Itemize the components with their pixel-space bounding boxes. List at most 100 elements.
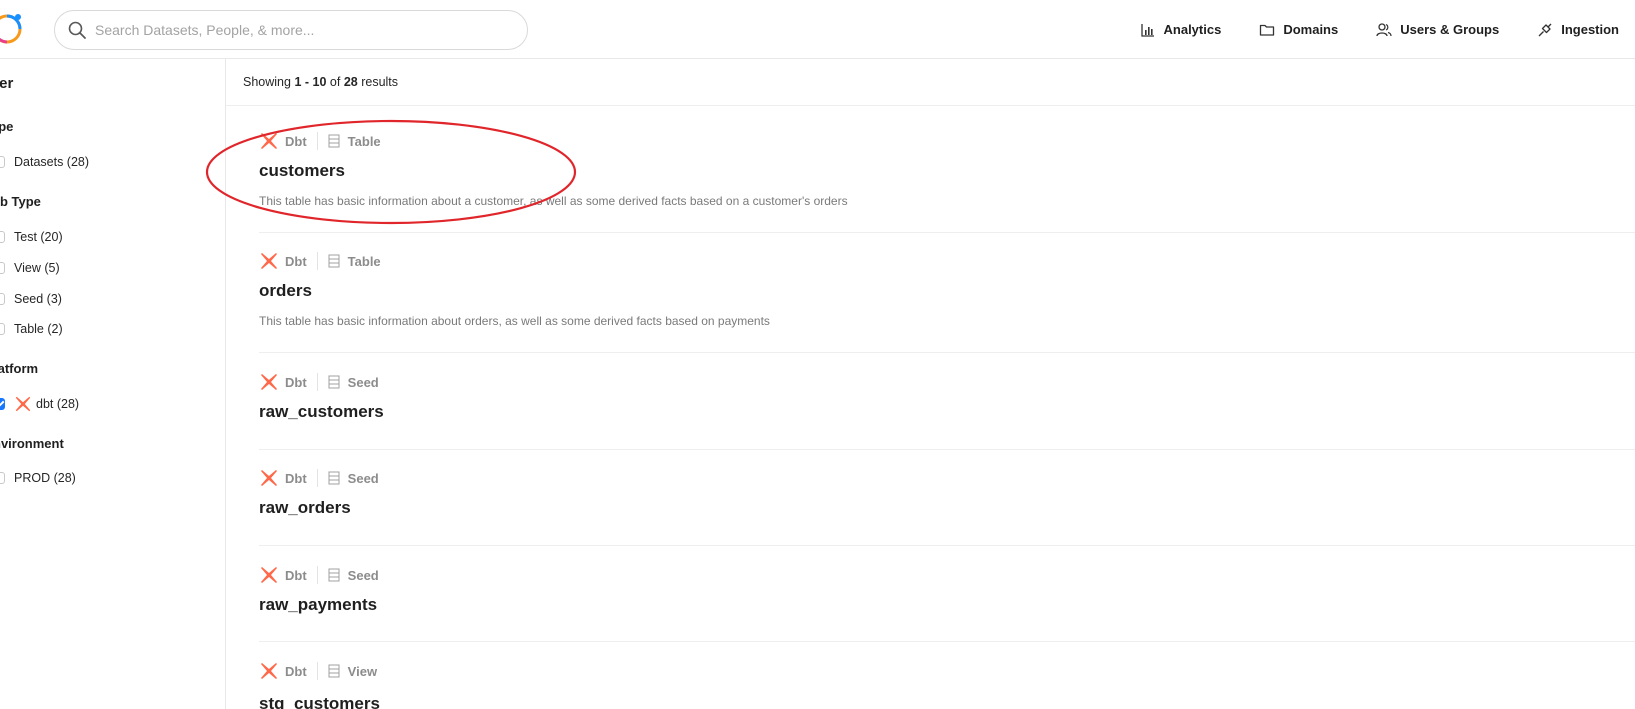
result-title[interactable]: orders [259,281,312,301]
divider [316,662,318,680]
result-meta: Dbt Table [259,131,381,151]
result-description: This table has basic information about a… [259,194,848,208]
filter-section-type[interactable]: ype [0,119,13,134]
dbt-logo-icon [261,470,277,486]
result-title[interactable]: raw_orders [259,498,351,518]
dbt-logo-icon [261,567,277,583]
nav-domains-label: Domains [1283,22,1339,37]
result-platform: Dbt [285,253,307,269]
divider [316,373,318,391]
filter-option-dbt[interactable]: dbt (28) [0,395,79,413]
result-subtype: View [347,663,378,679]
nav-analytics[interactable]: Analytics [1140,22,1222,38]
result-title[interactable]: customers [259,161,345,181]
dbt-logo-icon [261,253,277,269]
table-icon [328,254,340,268]
result-platform: Dbt [285,567,307,583]
filter-option-test[interactable]: Test (20) [0,230,63,244]
filter-section-environment[interactable]: nvironment [0,436,64,451]
summary-suffix: results [361,75,399,89]
table-icon [328,568,340,582]
filter-option-label: View (5) [14,261,60,275]
dbt-logo-icon [261,374,277,390]
table-icon [328,134,340,148]
nav-users-groups[interactable]: Users & Groups [1376,22,1499,38]
filter-section-sub-type[interactable]: ub Type [0,194,41,209]
result-platform: Dbt [285,374,307,390]
filter-title: lter [0,75,14,92]
result-subtype: Seed [347,470,379,486]
bar-chart-icon [1140,23,1154,37]
result-subtype: Seed [347,567,379,583]
nav-ingestion[interactable]: Ingestion [1537,22,1619,38]
result-meta: Dbt View [259,661,377,681]
checkbox[interactable] [0,262,5,274]
result-item[interactable]: Dbt Table customers This table has basic… [259,125,1635,233]
nav-users-groups-label: Users & Groups [1400,22,1500,37]
filter-option-label: Datasets (28) [14,155,90,169]
result-meta: Dbt Seed [259,565,379,585]
checkbox[interactable] [0,472,5,484]
divider [316,132,318,150]
result-title[interactable]: raw_payments [259,595,377,615]
search-results: Showing 1 - 10 of 28 results Dbt Table c… [226,59,1635,709]
checkbox-checked[interactable] [0,398,5,410]
result-platform: Dbt [285,663,307,679]
result-item[interactable]: Dbt Seed raw_payments [259,546,1635,642]
datahub-logo-icon[interactable] [0,9,26,47]
search-bar[interactable] [54,10,528,50]
filter-section-platform[interactable]: latform [0,361,38,376]
checkbox[interactable] [0,156,5,168]
result-meta: Dbt Seed [259,468,379,488]
summary-total: 28 [343,75,358,89]
nav-domains[interactable]: Domains [1259,22,1338,38]
summary-of: of [329,75,341,89]
top-header: Analytics Domains Users & Groups Inges [0,0,1635,59]
result-title[interactable]: raw_customers [259,402,384,422]
filter-option-label: dbt (28) [36,397,80,411]
result-platform: Dbt [285,133,307,149]
nav-analytics-label: Analytics [1163,22,1222,37]
result-meta: Dbt Seed [259,372,379,392]
filter-option-prod[interactable]: PROD (28) [0,471,76,485]
dbt-logo-icon [15,396,31,412]
result-subtype: Table [347,133,381,149]
divider [316,566,318,584]
result-description: This table has basic information about o… [259,314,770,328]
filter-option-datasets[interactable]: Datasets (28) [0,155,89,169]
filter-option-label: Test (20) [14,230,63,244]
result-item[interactable]: Dbt Seed raw_orders [259,450,1635,546]
checkbox[interactable] [0,323,5,335]
nav-ingestion-label: Ingestion [1561,22,1619,37]
result-subtype: Table [347,253,381,269]
result-title[interactable]: stg_customers [259,694,380,709]
result-platform: Dbt [285,470,307,486]
table-icon [328,375,340,389]
divider [316,469,318,487]
folder-icon [1260,24,1275,36]
search-input[interactable] [93,21,497,39]
summary-prefix: Showing [243,75,291,89]
header-nav: Analytics Domains Users & Groups Ingesti… [1140,0,1635,59]
filter-option-label: PROD (28) [14,471,76,485]
filter-option-table[interactable]: Table (2) [0,322,63,336]
result-item[interactable]: Dbt Seed raw_customers [259,353,1635,450]
divider [316,252,318,270]
checkbox[interactable] [0,231,5,243]
results-summary: Showing 1 - 10 of 28 results [226,59,1635,106]
filter-option-seed[interactable]: Seed (3) [0,292,62,306]
checkbox[interactable] [0,293,5,305]
search-icon [68,21,86,39]
result-item[interactable]: Dbt View stg_customers [259,642,1635,709]
filter-option-label: Table (2) [14,322,63,336]
result-item[interactable]: Dbt Table orders This table has basic in… [259,233,1635,353]
result-subtype: Seed [347,374,379,390]
filter-sidebar: lter ype Datasets (28) ub Type Test (20)… [0,59,226,709]
dbt-logo-icon [261,663,277,679]
filter-option-label: Seed (3) [14,292,62,306]
users-icon [1376,22,1392,36]
filter-option-view[interactable]: View (5) [0,261,60,275]
dbt-logo-icon [261,133,277,149]
summary-range: 1 - 10 [294,75,327,89]
table-icon [328,471,340,485]
